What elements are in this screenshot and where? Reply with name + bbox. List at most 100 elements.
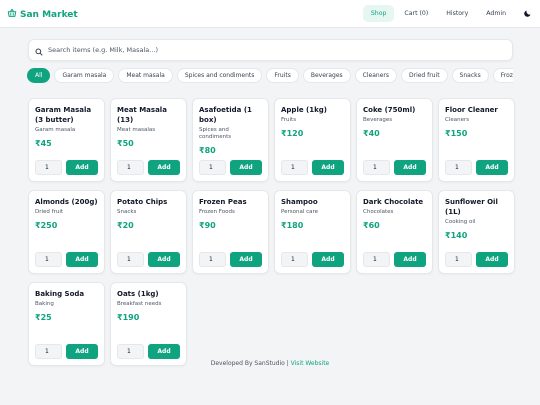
add-to-cart-button[interactable]: Add xyxy=(230,160,262,175)
product-card: Potato Chips Snacks ₹20 Add xyxy=(110,190,187,274)
add-to-cart-button[interactable]: Add xyxy=(394,160,426,175)
add-to-cart-button[interactable]: Add xyxy=(312,252,344,267)
product-name: Shampoo xyxy=(281,198,318,206)
quantity-input[interactable] xyxy=(117,160,144,175)
moon-icon[interactable] xyxy=(520,7,534,21)
category-chip[interactable]: Fruits xyxy=(266,68,299,83)
product-category: Cooking oil xyxy=(445,219,476,225)
product-name: Potato Chips xyxy=(117,198,168,206)
product-card: Baking Soda Baking ₹25 Add xyxy=(28,282,105,366)
quantity-input[interactable] xyxy=(35,344,62,359)
quantity-input[interactable] xyxy=(363,160,390,175)
quantity-input[interactable] xyxy=(445,160,472,175)
add-to-cart-button[interactable]: Add xyxy=(66,252,98,267)
product-price: ₹190 xyxy=(117,313,140,322)
category-chip[interactable]: Frozen Fo xyxy=(492,68,513,83)
card-actions: Add xyxy=(363,252,426,267)
product-category: Frozen Foods xyxy=(199,209,235,215)
product-name: Frozen Peas xyxy=(199,198,247,206)
product-name: Meat Masala (13) xyxy=(117,106,167,124)
product-name: Baking Soda xyxy=(35,290,85,298)
product-price: ₹45 xyxy=(35,139,52,148)
category-chip[interactable]: Beverages xyxy=(302,68,351,83)
quantity-input[interactable] xyxy=(117,344,144,359)
footer: Developed By SanStudio | Visit Website xyxy=(0,360,540,367)
category-chip[interactable]: Garam masala xyxy=(54,68,115,83)
visit-website-link[interactable]: Visit Website xyxy=(291,360,330,367)
product-card: Sunflower Oil (1L) Cooking oil ₹140 Add xyxy=(438,190,515,274)
product-grid: Garam Masala (3 butter) Garam masala ₹45 Ad… xyxy=(28,98,515,366)
product-price: ₹140 xyxy=(445,231,468,240)
product-price: ₹25 xyxy=(35,313,52,322)
product-price: ₹90 xyxy=(199,221,216,230)
card-actions: Add xyxy=(281,160,344,175)
card-actions: Add xyxy=(35,160,98,175)
brand-name: San Market xyxy=(20,9,78,20)
add-to-cart-button[interactable]: Add xyxy=(66,344,98,359)
search-input[interactable] xyxy=(48,46,448,54)
product-card: Almonds (200g) Dried fruit ₹250 Add xyxy=(28,190,105,274)
product-price: ₹50 xyxy=(117,139,134,148)
search-icon xyxy=(35,41,43,60)
product-name: Oats (1kg) xyxy=(117,290,159,298)
card-actions: Add xyxy=(199,160,262,175)
product-price: ₹120 xyxy=(281,129,304,138)
card-actions: Add xyxy=(117,252,180,267)
add-to-cart-button[interactable]: Add xyxy=(148,252,180,267)
card-actions: Add xyxy=(117,344,180,359)
product-category: Garam masala xyxy=(35,127,76,133)
product-name: Floor Cleaner xyxy=(445,106,498,114)
product-name: Dark Chocolate xyxy=(363,198,424,206)
quantity-input[interactable] xyxy=(199,160,226,175)
product-name: Coke (750ml) xyxy=(363,106,416,114)
nav-cart[interactable]: Cart (0) xyxy=(396,5,436,22)
product-name: Garam Masala (3 butter) xyxy=(35,106,92,124)
product-category: Cleaners xyxy=(445,117,470,123)
product-name: Almonds (200g) xyxy=(35,198,98,206)
card-actions: Add xyxy=(117,160,180,175)
category-chip[interactable]: Spices and condiments xyxy=(176,68,263,83)
quantity-input[interactable] xyxy=(117,252,144,267)
quantity-input[interactable] xyxy=(281,160,308,175)
quantity-input[interactable] xyxy=(35,160,62,175)
footer-text: Developed By SanStudio | xyxy=(210,360,291,367)
card-actions: Add xyxy=(281,252,344,267)
add-to-cart-button[interactable]: Add xyxy=(312,160,344,175)
quantity-input[interactable] xyxy=(199,252,226,267)
add-to-cart-button[interactable]: Add xyxy=(148,160,180,175)
product-category: Dried fruit xyxy=(35,209,64,215)
product-price: ₹180 xyxy=(281,221,304,230)
product-category: Beverages xyxy=(363,117,393,123)
product-name: Sunflower Oil (1L) xyxy=(445,198,498,216)
card-actions: Add xyxy=(445,252,508,267)
product-price: ₹60 xyxy=(363,221,380,230)
category-chip[interactable]: All xyxy=(27,68,51,83)
nav-shop[interactable]: Shop xyxy=(362,5,395,22)
brand-logo[interactable]: San Market xyxy=(7,8,78,21)
add-to-cart-button[interactable]: Add xyxy=(66,160,98,175)
add-to-cart-button[interactable]: Add xyxy=(476,160,508,175)
quantity-input[interactable] xyxy=(445,252,472,267)
add-to-cart-button[interactable]: Add xyxy=(394,252,426,267)
nav-admin[interactable]: Admin xyxy=(478,5,514,22)
add-to-cart-button[interactable]: Add xyxy=(476,252,508,267)
category-chip[interactable]: Dried fruit xyxy=(400,68,448,83)
quantity-input[interactable] xyxy=(35,252,62,267)
product-price: ₹20 xyxy=(117,221,134,230)
quantity-input[interactable] xyxy=(363,252,390,267)
basket-icon xyxy=(7,8,17,21)
quantity-input[interactable] xyxy=(281,252,308,267)
card-actions: Add xyxy=(445,160,508,175)
category-filter: All Garam masala Meat masala Spices and con… xyxy=(27,68,513,85)
category-chip[interactable]: Snacks xyxy=(451,68,489,83)
product-card: Oats (1kg) Breakfast needs ₹190 Add xyxy=(110,282,187,366)
add-to-cart-button[interactable]: Add xyxy=(230,252,262,267)
search-bar[interactable] xyxy=(28,39,513,61)
category-chip[interactable]: Cleaners xyxy=(354,68,397,83)
category-chip[interactable]: Meat masala xyxy=(118,68,173,83)
add-to-cart-button[interactable]: Add xyxy=(148,344,180,359)
product-category: Personal care xyxy=(281,209,319,215)
top-navbar: San Market Shop Cart (0) History Admin xyxy=(0,0,540,28)
nav-links: Shop Cart (0) History Admin xyxy=(362,5,534,22)
nav-history[interactable]: History xyxy=(438,5,476,22)
